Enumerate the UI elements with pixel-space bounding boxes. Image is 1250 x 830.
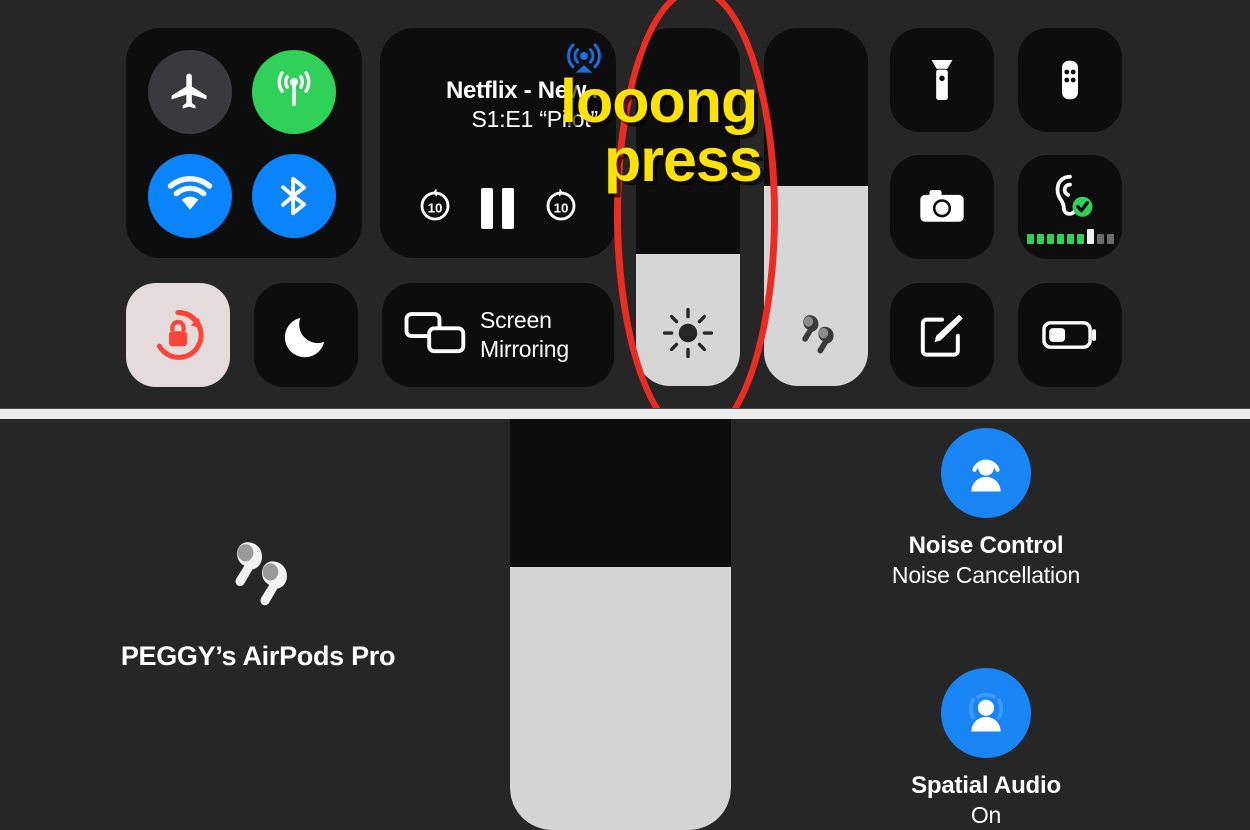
device-block: PEGGY’s AirPods Pro [118,524,398,672]
airpods-volume-slider[interactable] [510,419,731,830]
note-pencil-icon [920,314,963,357]
control-center: Netflix - New.. S1:E1 “Pilot” 10 10 Scre… [0,0,1250,442]
ear-icon [1044,171,1096,226]
airpods-control-panel: PEGGY’s AirPods Pro Noise Control Noise … [0,419,1250,830]
rewind-10-button[interactable]: 10 [415,186,455,231]
flashlight-icon [931,60,953,100]
forward-10-button[interactable]: 10 [541,186,581,231]
spatial-audio-value: On [970,802,1002,828]
screen-mirroring-label-line1: Screen [480,307,552,334]
screenshot-root: T-Mobile Wi-Fi 72% [0,0,1250,830]
media-subtitle: S1:E1 “Pilot” [471,106,598,133]
focus-toggle[interactable] [254,283,358,387]
screen-mirroring-icon [404,309,466,362]
cellular-antenna-icon [277,71,311,106]
noise-control-title: Noise Control [908,532,1064,559]
airpods-pro-icon [764,304,868,360]
volume-slider[interactable] [764,28,868,386]
airpods-pro-icon [212,542,304,620]
apple-tv-remote-button[interactable] [1018,28,1122,132]
wifi-toggle[interactable] [148,154,232,238]
noise-control-value: Noise Cancellation [891,562,1081,588]
connectivity-module [126,28,362,258]
screen-mirroring-label: Screen Mirroring [480,306,569,364]
flashlight-toggle[interactable] [890,28,994,132]
spatial-audio-title: Spatial Audio [911,772,1061,799]
svg-text:10: 10 [553,200,568,215]
spatial-audio-icon [941,668,1031,758]
spatial-audio-button[interactable]: Spatial Audio On [866,668,1106,829]
cellular-data-toggle[interactable] [252,50,336,134]
rotation-lock-icon [156,310,204,360]
svg-text:10: 10 [428,200,443,215]
screen-mirroring-button[interactable]: Screen Mirroring [382,283,614,387]
low-power-mode-toggle[interactable] [1018,283,1122,387]
camera-button[interactable] [890,155,994,259]
bluetooth-icon [281,176,307,216]
notes-button[interactable] [890,283,994,387]
airplane-icon [171,73,207,109]
camera-icon [920,190,964,222]
media-metadata: Netflix - New.. S1:E1 “Pilot” [446,76,598,133]
airpods-volume-slider-fill [510,566,731,830]
pause-button[interactable] [481,188,515,229]
media-title: Netflix - New.. [446,77,598,104]
screen-mirroring-label-line2: Mirroring [480,336,569,362]
sun-icon [636,306,740,360]
media-controls: 10 10 [380,186,616,231]
rotation-lock-toggle[interactable] [126,283,230,387]
noise-cancellation-icon [941,428,1031,518]
noise-control-button[interactable]: Noise Control Noise Cancellation [866,428,1106,589]
airplane-mode-toggle[interactable] [148,50,232,134]
device-name-label: PEGGY’s AirPods Pro [120,641,396,671]
bluetooth-toggle[interactable] [252,154,336,238]
brightness-slider[interactable] [636,28,740,386]
media-player-module[interactable]: Netflix - New.. S1:E1 “Pilot” 10 10 [380,28,616,258]
hearing-level-meter [1026,228,1114,244]
wifi-icon [167,176,213,210]
airplay-audio-icon[interactable] [564,36,604,76]
battery-icon [1042,321,1097,349]
tv-remote-icon [1062,60,1078,100]
hearing-toggle[interactable] [1018,155,1122,259]
moon-icon [284,317,325,358]
